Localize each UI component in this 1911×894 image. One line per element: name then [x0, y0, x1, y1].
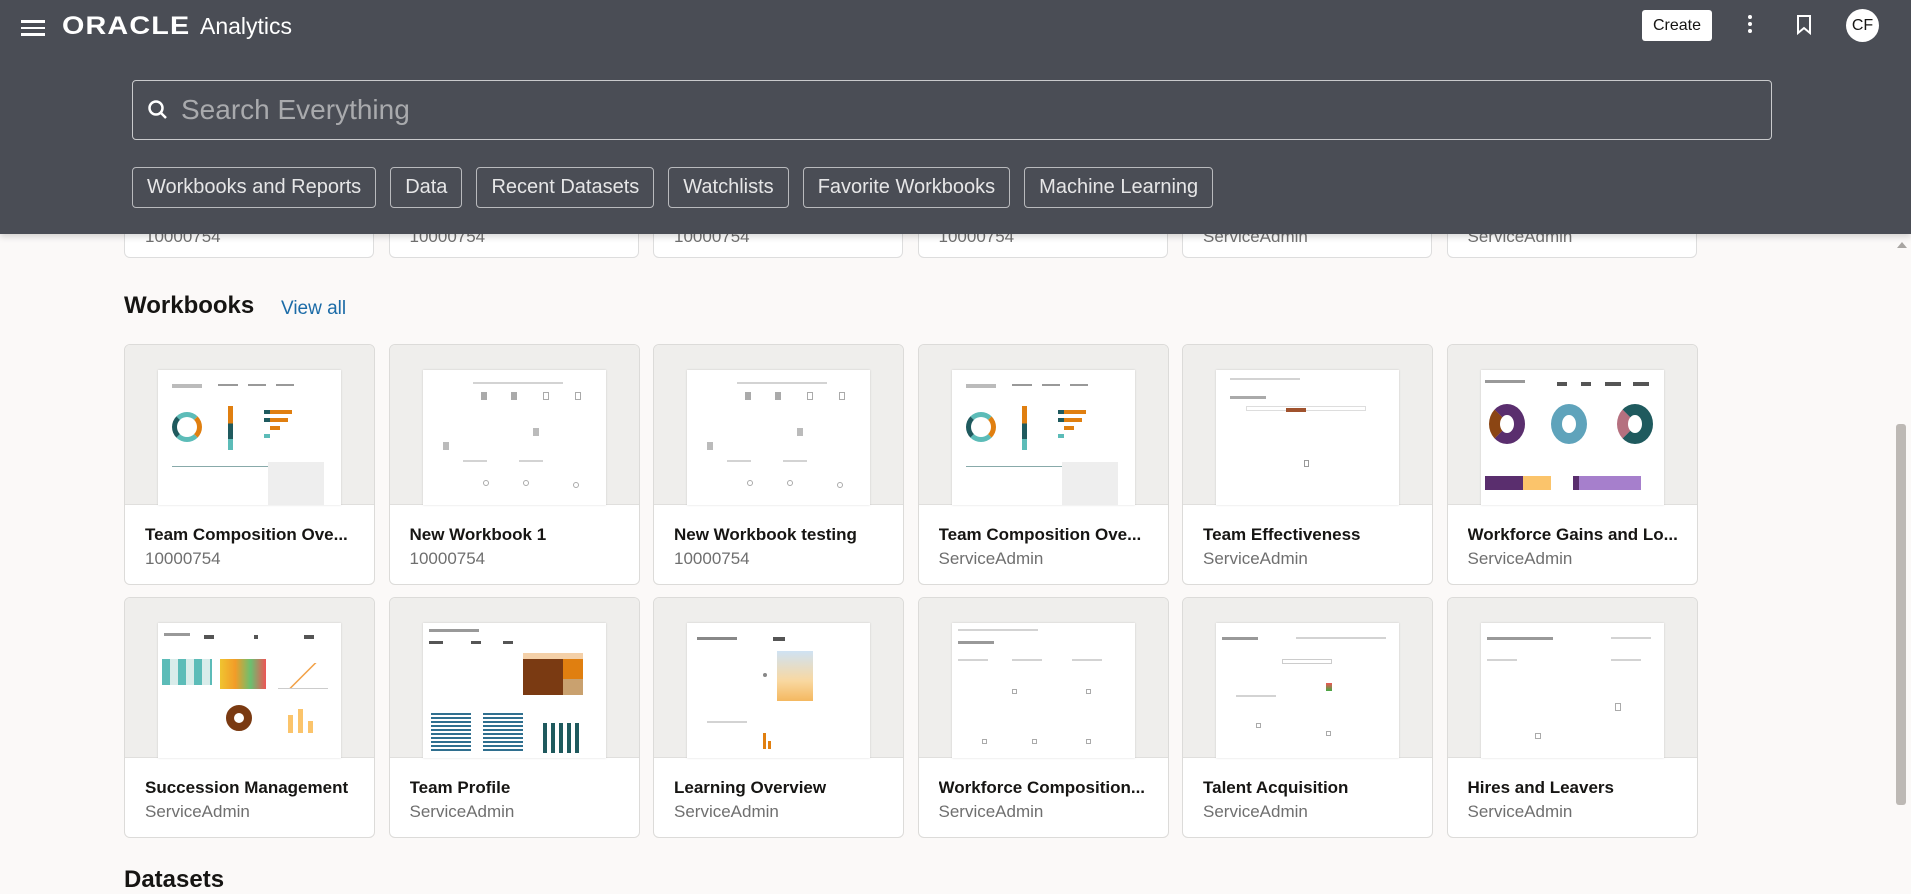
workbook-title[interactable]: Hires and Leavers: [1468, 778, 1683, 798]
workbook-preview-image: [1216, 370, 1399, 505]
workbook-preview-image: [158, 370, 341, 505]
workbook-card[interactable]: New Workbook 1 10000754: [389, 344, 640, 585]
workbook-thumbnail[interactable]: [125, 598, 374, 758]
user-avatar[interactable]: CF: [1846, 9, 1879, 42]
workbook-title[interactable]: Team Profile: [410, 778, 625, 798]
workbook-card[interactable]: Team Effectiveness ServiceAdmin: [1182, 344, 1433, 585]
workbook-title[interactable]: New Workbook testing: [674, 525, 889, 545]
workbook-owner: ServiceAdmin: [674, 802, 779, 822]
product-name: Analytics: [200, 13, 292, 40]
workbook-preview-image: [158, 623, 341, 758]
hamburger-icon[interactable]: [21, 17, 45, 37]
workbook-owner: ServiceAdmin: [939, 549, 1044, 569]
workbook-owner: ServiceAdmin: [1203, 549, 1308, 569]
workbook-preview-image: [1481, 623, 1664, 758]
workbook-thumbnail[interactable]: [654, 345, 903, 505]
workbook-thumbnail[interactable]: [1183, 598, 1432, 758]
workbook-thumbnail[interactable]: [390, 598, 639, 758]
datasets-heading: Datasets: [124, 866, 224, 894]
scroll-up-arrow-icon[interactable]: [1897, 242, 1907, 248]
top-header: ORACLE Analytics Create CF Workbooks and…: [0, 0, 1911, 234]
workbook-owner: ServiceAdmin: [1468, 802, 1573, 822]
workbook-owner: 10000754: [410, 549, 486, 569]
oracle-logo[interactable]: ORACLE: [62, 12, 190, 41]
workbook-preview-image: [687, 623, 870, 758]
workbook-card[interactable]: New Workbook testing 10000754: [653, 344, 904, 585]
workbook-card[interactable]: Team Composition Ove... 10000754: [124, 344, 375, 585]
workbook-owner: 10000754: [145, 549, 221, 569]
workbook-owner: ServiceAdmin: [1468, 549, 1573, 569]
workbook-thumbnail[interactable]: [1448, 598, 1697, 758]
workbook-title[interactable]: Workforce Composition...: [939, 778, 1154, 798]
workbook-card[interactable]: Learning Overview ServiceAdmin: [653, 597, 904, 838]
workbook-title[interactable]: Team Composition Ove...: [145, 525, 360, 545]
workbook-thumbnail[interactable]: [919, 598, 1168, 758]
workbook-preview-image: [952, 623, 1135, 758]
workbook-preview-image: [952, 370, 1135, 505]
workbook-thumbnail[interactable]: [1448, 345, 1697, 505]
workbook-preview-image: [1481, 370, 1664, 505]
workbook-card[interactable]: Workforce Gains and Lo... ServiceAdmin: [1447, 344, 1698, 585]
view-all-workbooks-link[interactable]: View all: [281, 298, 346, 320]
scrollbar-thumb[interactable]: [1896, 424, 1906, 805]
create-button[interactable]: Create: [1642, 10, 1712, 41]
more-options-icon[interactable]: [1744, 15, 1756, 37]
workbook-thumbnail[interactable]: [1183, 345, 1432, 505]
chip-workbooks-and-reports[interactable]: Workbooks and Reports: [132, 167, 376, 208]
workbook-preview-image: [687, 370, 870, 505]
workbook-preview-image: [423, 370, 606, 505]
scrollbar[interactable]: [1892, 234, 1911, 882]
workbook-owner: 10000754: [674, 549, 750, 569]
workbook-preview-image: [423, 623, 606, 758]
workbook-title[interactable]: Succession Management: [145, 778, 360, 798]
workbook-card[interactable]: Talent Acquisition ServiceAdmin: [1182, 597, 1433, 838]
workbook-title[interactable]: Talent Acquisition: [1203, 778, 1418, 798]
workbook-title[interactable]: Learning Overview: [674, 778, 889, 798]
filter-chips: Workbooks and Reports Data Recent Datase…: [132, 167, 1213, 208]
workbook-thumbnail[interactable]: [390, 345, 639, 505]
chip-machine-learning[interactable]: Machine Learning: [1024, 167, 1213, 208]
chip-data[interactable]: Data: [390, 167, 462, 208]
workbook-thumbnail[interactable]: [654, 598, 903, 758]
chip-recent-datasets[interactable]: Recent Datasets: [476, 167, 654, 208]
workbook-card[interactable]: Succession Management ServiceAdmin: [124, 597, 375, 838]
workbook-title[interactable]: New Workbook 1: [410, 525, 625, 545]
workbook-owner: ServiceAdmin: [1203, 802, 1308, 822]
workbook-card[interactable]: Hires and Leavers ServiceAdmin: [1447, 597, 1698, 838]
bookmark-icon[interactable]: [1796, 15, 1812, 40]
workbook-thumbnail[interactable]: [125, 345, 374, 505]
search-bar[interactable]: [132, 80, 1772, 140]
chip-favorite-workbooks[interactable]: Favorite Workbooks: [803, 167, 1010, 208]
search-input[interactable]: [181, 94, 1681, 126]
workbook-preview-image: [1216, 623, 1399, 758]
workbook-title[interactable]: Team Composition Ove...: [939, 525, 1154, 545]
workbook-owner: ServiceAdmin: [145, 802, 250, 822]
workbook-title[interactable]: Team Effectiveness: [1203, 525, 1418, 545]
chip-watchlists[interactable]: Watchlists: [668, 167, 788, 208]
workbook-card[interactable]: Team Profile ServiceAdmin: [389, 597, 640, 838]
search-icon: [147, 99, 169, 121]
workbook-title[interactable]: Workforce Gains and Lo...: [1468, 525, 1683, 545]
workbooks-heading: Workbooks: [124, 292, 254, 320]
workbook-card[interactable]: Workforce Composition... ServiceAdmin: [918, 597, 1169, 838]
workbook-card[interactable]: Team Composition Ove... ServiceAdmin: [918, 344, 1169, 585]
workbook-owner: ServiceAdmin: [939, 802, 1044, 822]
workbook-thumbnail[interactable]: [919, 345, 1168, 505]
workbook-owner: ServiceAdmin: [410, 802, 515, 822]
